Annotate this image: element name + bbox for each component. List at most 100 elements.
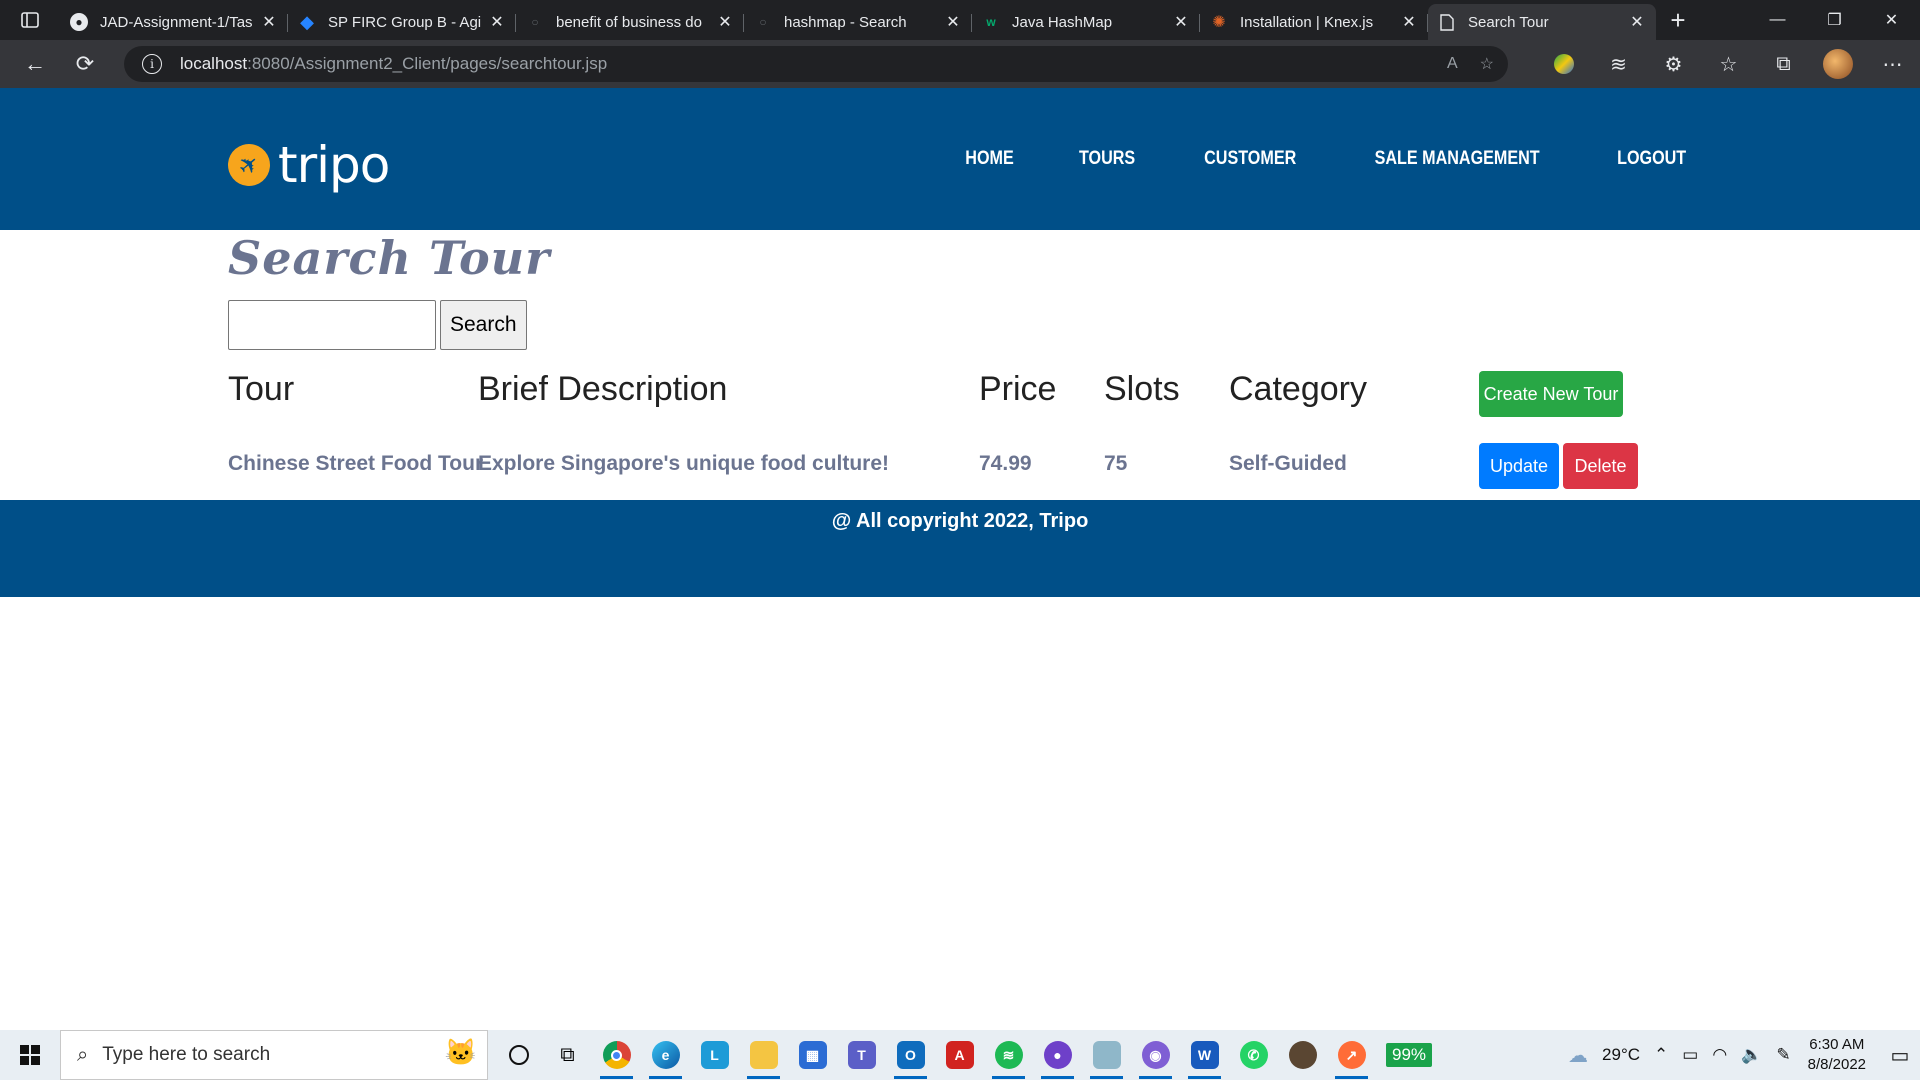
store-icon[interactable]: ▦: [788, 1030, 837, 1080]
cortana-icon[interactable]: [494, 1030, 543, 1080]
weather-cloud-icon[interactable]: ☁: [1568, 1043, 1588, 1068]
address-bar[interactable]: i localhost :8080/Assignment2_Client/pag…: [124, 46, 1508, 82]
extension-globe-icon[interactable]: [1536, 40, 1591, 88]
close-icon[interactable]: ✕: [944, 12, 962, 32]
teams-icon[interactable]: T: [837, 1030, 886, 1080]
knex-icon: ✺: [1212, 14, 1226, 31]
tab-jira[interactable]: ◆ SP FIRC Group B - Agi ✕: [288, 4, 516, 40]
add-favorite-icon[interactable]: ☆: [1480, 54, 1494, 74]
nav-logout[interactable]: LOGOUT: [1617, 148, 1686, 170]
restore-icon[interactable]: ❐: [1806, 0, 1863, 40]
nav-tours[interactable]: TOURS: [1079, 148, 1135, 170]
outlook-icon[interactable]: O: [886, 1030, 935, 1080]
read-aloud-icon[interactable]: A: [1447, 55, 1458, 73]
back-button[interactable]: ←: [10, 40, 60, 88]
search-icon: ○: [531, 15, 539, 29]
new-tab-button[interactable]: +: [1656, 0, 1700, 40]
minimize-icon[interactable]: —: [1749, 0, 1806, 40]
wifi-icon[interactable]: ◠: [1712, 1045, 1727, 1065]
tab-title: hashmap - Search: [784, 13, 907, 31]
info-icon[interactable]: i: [142, 54, 162, 74]
cell-slots: 75: [1104, 452, 1128, 475]
volume-icon[interactable]: 🔈: [1741, 1045, 1762, 1065]
close-icon[interactable]: ✕: [260, 12, 278, 32]
avatar-app-icon[interactable]: [1278, 1030, 1327, 1080]
browser-tab-strip: ● JAD-Assignment-1/Tas ✕ ◆ SP FIRC Group…: [0, 0, 1920, 40]
address-bar-actions: A ☆: [1447, 46, 1494, 82]
chrome-icon[interactable]: [592, 1030, 641, 1080]
database-icon[interactable]: ≋: [1591, 40, 1646, 88]
temperature[interactable]: 29°C: [1602, 1045, 1640, 1065]
page-icon: [1438, 13, 1456, 31]
tab-title: benefit of business do: [556, 13, 702, 31]
nav-home[interactable]: HOME: [965, 148, 1013, 170]
main-nav: HOME TOURS CUSTOMER SALE MANAGEMENT LOGO…: [961, 148, 1692, 170]
column-header-category: Category: [1229, 370, 1367, 408]
w3schools-icon: w: [986, 15, 996, 29]
profile-avatar[interactable]: [1823, 49, 1853, 79]
close-icon[interactable]: ✕: [716, 12, 734, 32]
time: 6:30 AM: [1809, 1036, 1865, 1053]
notes-icon[interactable]: [1082, 1030, 1131, 1080]
github-desktop-icon[interactable]: ●: [1033, 1030, 1082, 1080]
cell-tour-name: Chinese Street Food Tour: [228, 452, 484, 475]
create-new-tour-button[interactable]: Create New Tour: [1479, 371, 1623, 417]
page-title: Search Tour: [228, 231, 551, 285]
tab-search-benefit[interactable]: ○ benefit of business do ✕: [516, 4, 744, 40]
close-icon[interactable]: ✕: [488, 12, 506, 32]
more-menu-icon[interactable]: ⋯: [1865, 40, 1920, 88]
spotify-icon[interactable]: ≋: [984, 1030, 1033, 1080]
taskbar-apps: ⧉ e L ▦ T O A ≋ ● ◉ W ✆ ↗ 99%: [494, 1030, 1433, 1080]
github-icon: ●: [70, 13, 88, 31]
discord-icon[interactable]: ◉: [1131, 1030, 1180, 1080]
collections-icon[interactable]: ⧉: [1756, 40, 1811, 88]
task-view-icon[interactable]: ⧉: [543, 1030, 592, 1080]
update-button[interactable]: Update: [1479, 443, 1559, 489]
extensions-icon[interactable]: ⚙: [1646, 40, 1701, 88]
favorites-icon[interactable]: ☆: [1701, 40, 1756, 88]
file-explorer-icon[interactable]: [739, 1030, 788, 1080]
word-icon[interactable]: W: [1180, 1030, 1229, 1080]
tab-search-hashmap[interactable]: ○ hashmap - Search ✕: [744, 4, 972, 40]
close-window-icon[interactable]: ✕: [1863, 0, 1920, 40]
refresh-button[interactable]: ⟳: [60, 40, 110, 88]
search-input[interactable]: [228, 300, 436, 350]
taskbar-search-box[interactable]: ⌕ Type here to search 🐱: [60, 1030, 488, 1080]
clock[interactable]: 6:30 AM 8/8/2022: [1808, 1035, 1866, 1075]
acrobat-icon[interactable]: A: [935, 1030, 984, 1080]
close-icon[interactable]: ✕: [1628, 12, 1646, 32]
chevron-up-icon[interactable]: ⌃: [1654, 1045, 1668, 1065]
whatsapp-icon[interactable]: ✆: [1229, 1030, 1278, 1080]
taskbar-search-placeholder: Type here to search: [102, 1044, 271, 1065]
tab-java-hashmap[interactable]: w Java HashMap ✕: [972, 4, 1200, 40]
pen-icon[interactable]: ✎: [1776, 1045, 1790, 1065]
close-icon[interactable]: ✕: [1172, 12, 1190, 32]
tab-knex[interactable]: ✺ Installation | Knex.js ✕: [1200, 4, 1428, 40]
search-highlight-icon: 🐱: [444, 1037, 477, 1067]
search-icon: ○: [759, 15, 767, 29]
search-button[interactable]: Search: [440, 300, 527, 350]
l-app-icon[interactable]: L: [690, 1030, 739, 1080]
site-header: ✈ tripo HOME TOURS CUSTOMER SALE MANAGEM…: [0, 88, 1920, 230]
tab-actions-button[interactable]: [0, 0, 60, 40]
delete-button[interactable]: Delete: [1563, 443, 1638, 489]
column-header-price: Price: [979, 370, 1057, 408]
nav-sale-management[interactable]: SALE MANAGEMENT: [1375, 148, 1540, 170]
tab-search-tour[interactable]: Search Tour ✕: [1428, 4, 1656, 40]
nav-customer[interactable]: CUSTOMER: [1204, 148, 1296, 170]
tab-title: JAD-Assignment-1/Tas: [100, 13, 253, 31]
copyright-text: @ All copyright 2022, Tripo: [831, 510, 1089, 532]
windows-logo-icon: [20, 1045, 40, 1065]
battery-icon[interactable]: ▭: [1682, 1045, 1698, 1065]
tab-github[interactable]: ● JAD-Assignment-1/Tas ✕: [60, 4, 288, 40]
postman-icon[interactable]: ↗: [1327, 1030, 1376, 1080]
site-logo[interactable]: ✈ tripo: [219, 135, 390, 195]
system-tray: ☁ 29°C ⌃ ▭ ◠ 🔈 ✎ 6:30 AM 8/8/2022 ▭: [1561, 1030, 1920, 1080]
cell-price: 74.99: [979, 452, 1032, 475]
url-host: localhost: [180, 54, 248, 73]
close-icon[interactable]: ✕: [1400, 12, 1418, 32]
start-button[interactable]: [0, 1030, 60, 1080]
battery-percent-badge: 99%: [1386, 1043, 1433, 1067]
edge-icon[interactable]: e: [641, 1030, 690, 1080]
notification-icon[interactable]: ▭: [1880, 1030, 1920, 1080]
